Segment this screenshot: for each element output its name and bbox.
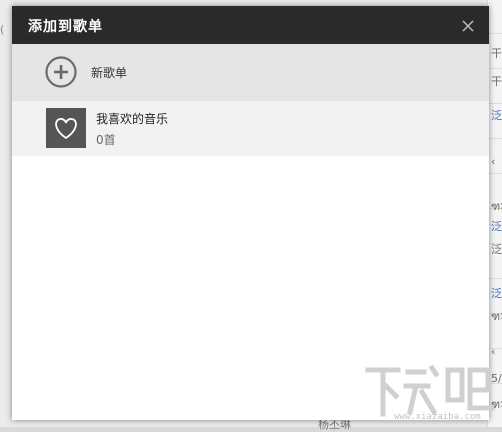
heart-icon xyxy=(55,118,77,139)
background-text-fragment: ‹ xyxy=(491,345,496,358)
close-icon xyxy=(462,20,474,32)
background-row-divider xyxy=(487,33,502,34)
background-text-fragment: 泛» xyxy=(491,287,502,300)
background-row-divider xyxy=(487,103,502,104)
background-text-fragment: ( xyxy=(0,23,5,36)
dialog-header: 添加到歌单 xyxy=(12,6,489,44)
playlist-name: 我喜欢的音乐 xyxy=(96,112,169,126)
background-row-divider xyxy=(487,138,502,139)
new-playlist-label: 新歌单 xyxy=(91,66,128,80)
background-row-divider xyxy=(487,68,502,69)
background-row-divider xyxy=(487,278,502,279)
background-text-fragment: ‹ xyxy=(491,155,496,168)
background-text-fragment: 泛显 xyxy=(491,243,502,256)
watermark-text: www.xiazaiba.com xyxy=(394,412,481,422)
dialog-title: 添加到歌单 xyxy=(28,19,103,35)
background-text-fragment: ฑ华 xyxy=(491,200,502,213)
playlist-cover xyxy=(46,108,86,148)
new-playlist-button[interactable]: 新歌单 xyxy=(12,44,489,101)
playlist-item[interactable]: 我喜欢的音乐 0首 xyxy=(12,101,489,156)
background-row-divider xyxy=(487,173,502,174)
background-text-fragment: 干昔 xyxy=(491,75,502,88)
background-text-fragment: 泛» xyxy=(491,109,502,122)
background-text-fragment: 干昔 xyxy=(491,47,502,60)
plus-circle-icon xyxy=(45,56,77,88)
playlist-song-count: 0首 xyxy=(96,133,116,147)
background-text-fragment: 泛» xyxy=(491,220,502,233)
add-to-playlist-dialog: 添加到歌单 新歌单 我喜欢的音乐 0首 xyxy=(12,6,489,420)
close-button[interactable] xyxy=(461,18,475,32)
background-text-fragment: ฑ华 xyxy=(491,310,502,323)
